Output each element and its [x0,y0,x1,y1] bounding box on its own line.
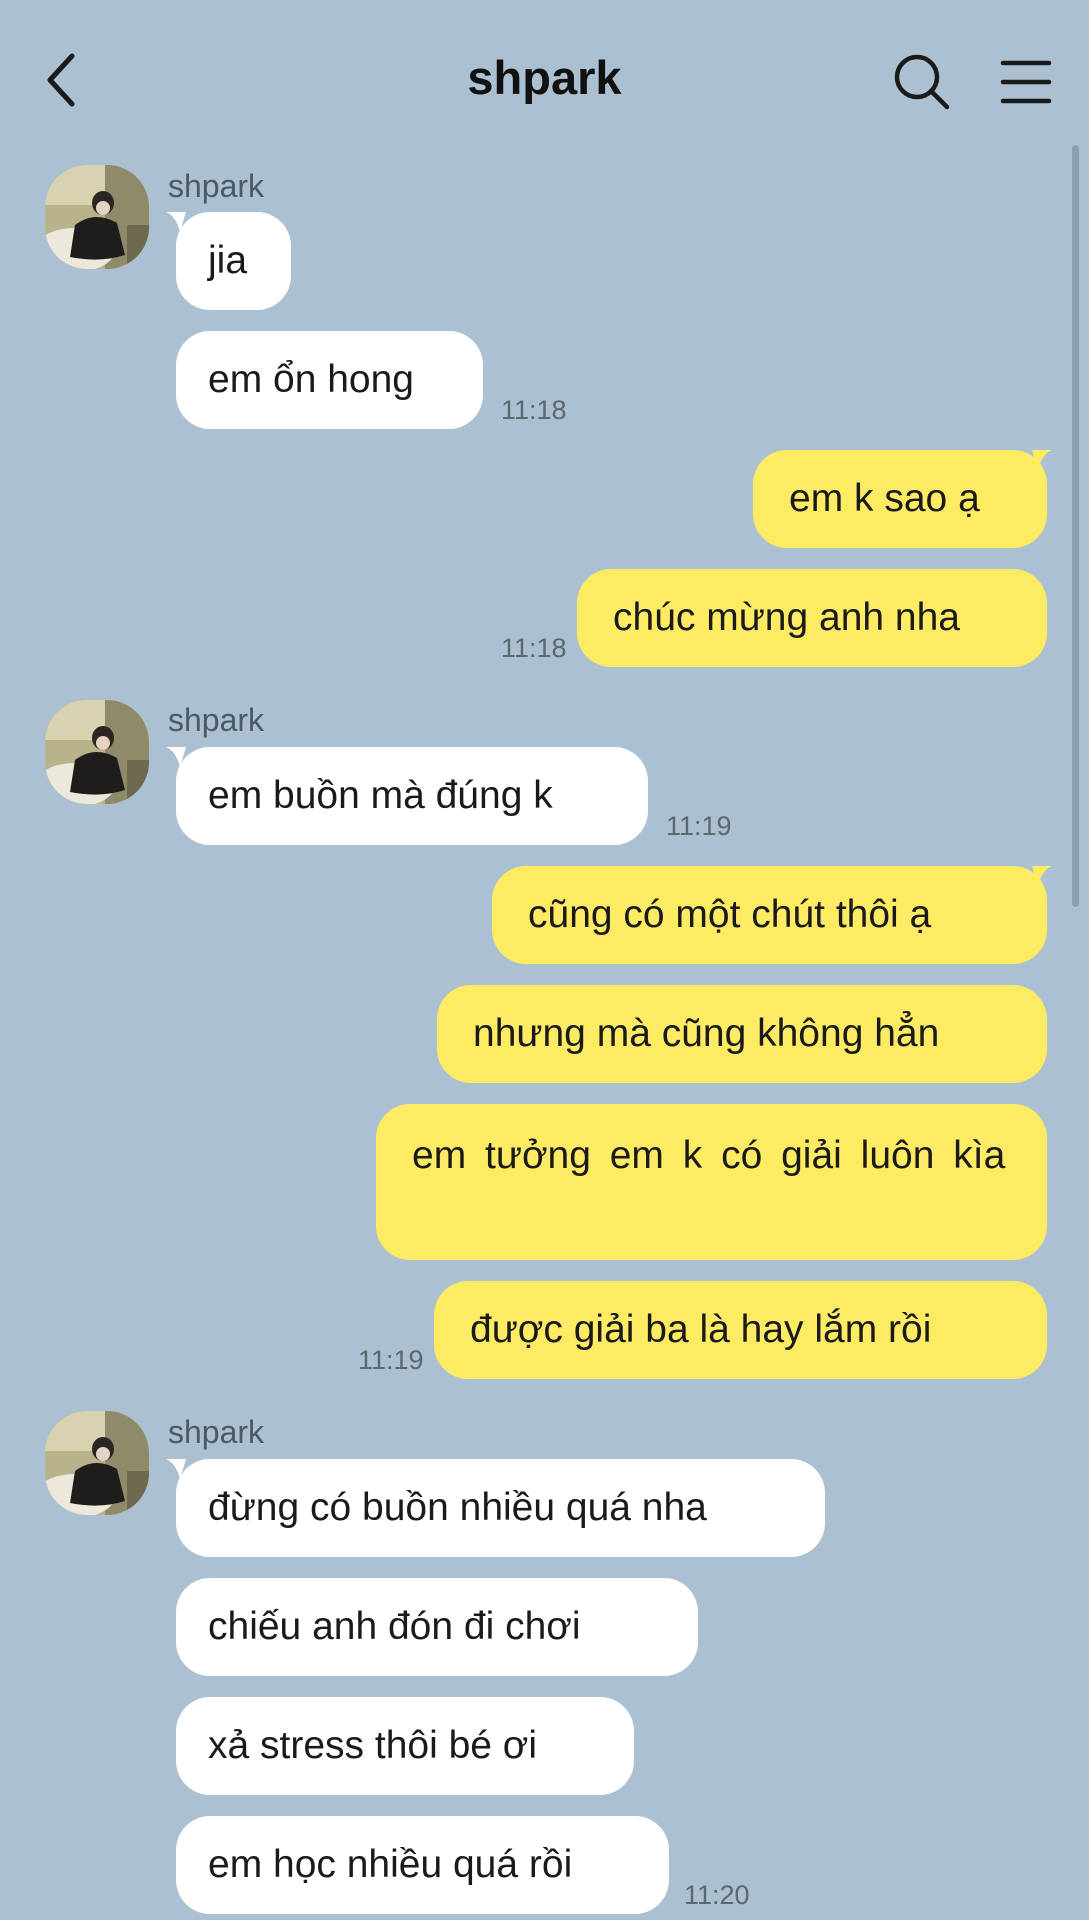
sender-name: shpark [168,1414,265,1450]
outgoing-message[interactable]: chúc mừng anh nha [577,569,1047,667]
incoming-message[interactable]: chiếu anh đón đi chơi [176,1578,698,1676]
sender-name: shpark [168,702,265,738]
outgoing-message[interactable]: em tưởng em k có giải luôn kìa [376,1104,1047,1260]
sender-name: shpark [168,168,265,204]
outgoing-message[interactable]: em k sao ạ [753,450,1047,548]
outgoing-message[interactable]: được giải ba là hay lắm rồi [434,1281,1047,1379]
timestamp: 11:18 [501,395,567,425]
incoming-message[interactable]: đừng có buồn nhiều quá nha [176,1459,825,1557]
incoming-message[interactable]: em học nhiều quá rồi [176,1816,669,1914]
avatar[interactable] [45,700,149,804]
incoming-message[interactable]: jia [176,212,291,310]
scrollbar[interactable] [1072,145,1079,907]
hamburger-menu-icon[interactable] [1000,58,1052,106]
incoming-message[interactable]: xả stress thôi bé ơi [176,1697,634,1795]
incoming-message[interactable]: em buồn mà đúng k [176,747,648,845]
search-icon[interactable] [892,52,952,112]
outgoing-message[interactable]: nhưng mà cũng không hẳn [437,985,1047,1083]
avatar[interactable] [45,165,149,269]
avatar[interactable] [45,1411,149,1515]
outgoing-message[interactable]: cũng có một chút thôi ạ [492,866,1047,964]
incoming-message[interactable]: em ổn hong [176,331,483,429]
timestamp: 11:18 [501,633,567,663]
timestamp: 11:19 [666,811,732,841]
chat-header: shpark [0,0,1089,150]
timestamp: 11:20 [684,1880,750,1910]
timestamp: 11:19 [358,1345,424,1375]
